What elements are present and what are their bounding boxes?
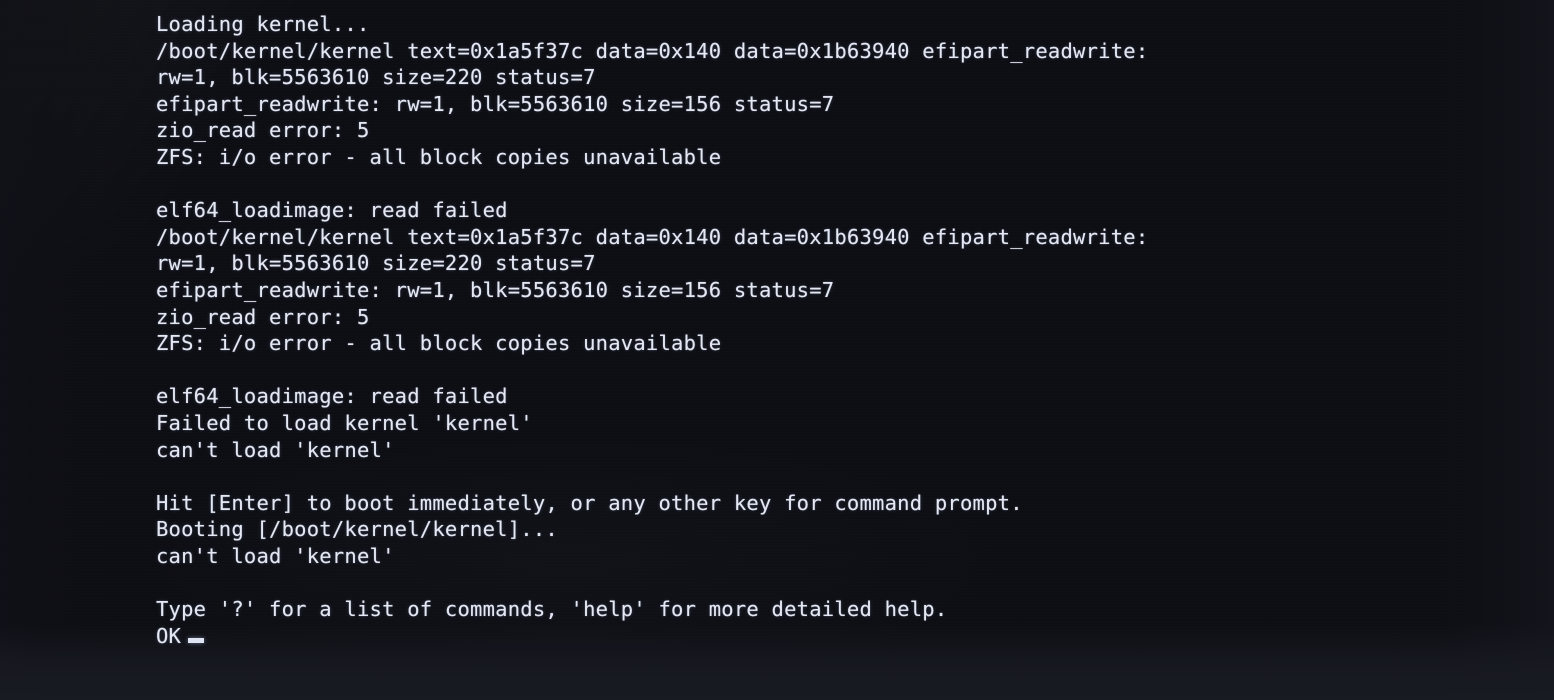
- boot-console-screen: Loading kernel... /boot/kernel/kernel te…: [0, 0, 1554, 700]
- console-prompt-line[interactable]: OK: [156, 623, 1546, 650]
- console-line: Hit [Enter] to boot immediately, or any …: [156, 490, 1023, 515]
- console-prompt-label: OK: [156, 623, 182, 648]
- console-line: elf64_loadimage: read failed: [156, 384, 508, 409]
- console-line: Booting [/boot/kernel/kernel]...: [156, 517, 558, 542]
- console-line: efipart_readwrite: rw=1, blk=5563610 siz…: [156, 277, 835, 302]
- console-line: rw=1, blk=5563610 size=220 status=7: [156, 65, 596, 90]
- console-line: efipart_readwrite: rw=1, blk=5563610 siz…: [156, 91, 835, 116]
- console-line: /boot/kernel/kernel text=0x1a5f37c data=…: [156, 38, 1149, 63]
- console-line: Loading kernel...: [156, 12, 370, 36]
- console-line: Failed to load kernel 'kernel': [156, 410, 533, 435]
- console-output: Loading kernel... /boot/kernel/kernel te…: [156, 11, 1546, 649]
- console-line: ZFS: i/o error - all block copies unavai…: [156, 331, 722, 356]
- text-cursor: [188, 637, 205, 643]
- console-line: can't load 'kernel': [156, 437, 395, 462]
- console-line: elf64_loadimage: read failed: [156, 198, 508, 223]
- screen-vignette-left: [0, 0, 160, 700]
- console-line: /boot/kernel/kernel text=0x1a5f37c data=…: [156, 224, 1149, 249]
- console-line: can't load 'kernel': [156, 543, 395, 568]
- console-line: zio_read error: 5: [156, 118, 370, 143]
- console-line: zio_read error: 5: [156, 304, 370, 329]
- console-line: rw=1, blk=5563610 size=220 status=7: [156, 251, 596, 276]
- console-line: ZFS: i/o error - all block copies unavai…: [156, 144, 722, 169]
- console-line: Type '?' for a list of commands, 'help' …: [156, 597, 948, 622]
